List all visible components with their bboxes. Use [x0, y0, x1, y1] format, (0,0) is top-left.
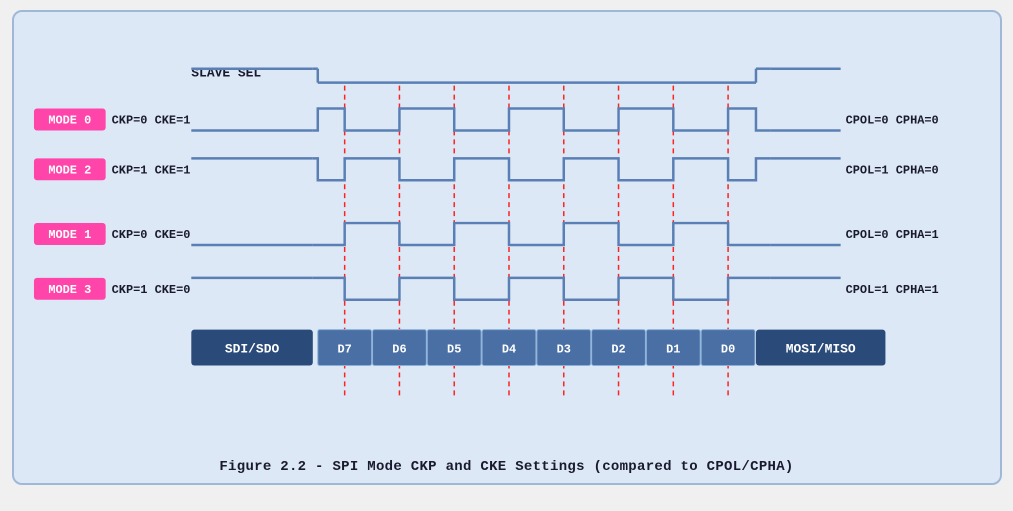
mode1-params: CKP=0 CKE=0 [111, 228, 190, 242]
figure-caption: Figure 2.2 - SPI Mode CKP and CKE Settin… [24, 453, 990, 475]
mode0-params: CKP=0 CKE=1 [111, 113, 190, 127]
sdi-sdo-label: SDI/SDO [224, 342, 279, 357]
diagram-area: SLAVE SEL [24, 22, 990, 453]
diagram-container: SLAVE SEL [12, 10, 1002, 485]
mode1-cpol: CPOL=0 CPHA=1 [845, 228, 938, 242]
mode2-cpol: CPOL=1 CPHA=0 [845, 163, 938, 177]
d1-label: D1 [666, 343, 680, 357]
d2-label: D2 [611, 343, 625, 357]
d6-label: D6 [392, 343, 406, 357]
mode3-cpol: CPOL=1 CPHA=1 [845, 283, 938, 297]
mode0-label: MODE 0 [48, 113, 91, 127]
d3-label: D3 [556, 343, 570, 357]
mode0-cpol: CPOL=0 CPHA=0 [845, 113, 938, 127]
d4-label: D4 [501, 343, 515, 357]
d5-label: D5 [447, 343, 461, 357]
d7-label: D7 [337, 343, 351, 357]
mode2-label: MODE 2 [48, 163, 91, 177]
d0-label: D0 [720, 343, 734, 357]
mosi-miso-label: MOSI/MISO [785, 342, 855, 357]
mode1-label: MODE 1 [48, 228, 91, 242]
mode2-params: CKP=1 CKE=1 [111, 163, 190, 177]
mode3-label: MODE 3 [48, 283, 91, 297]
mode3-params: CKP=1 CKE=0 [111, 283, 190, 297]
